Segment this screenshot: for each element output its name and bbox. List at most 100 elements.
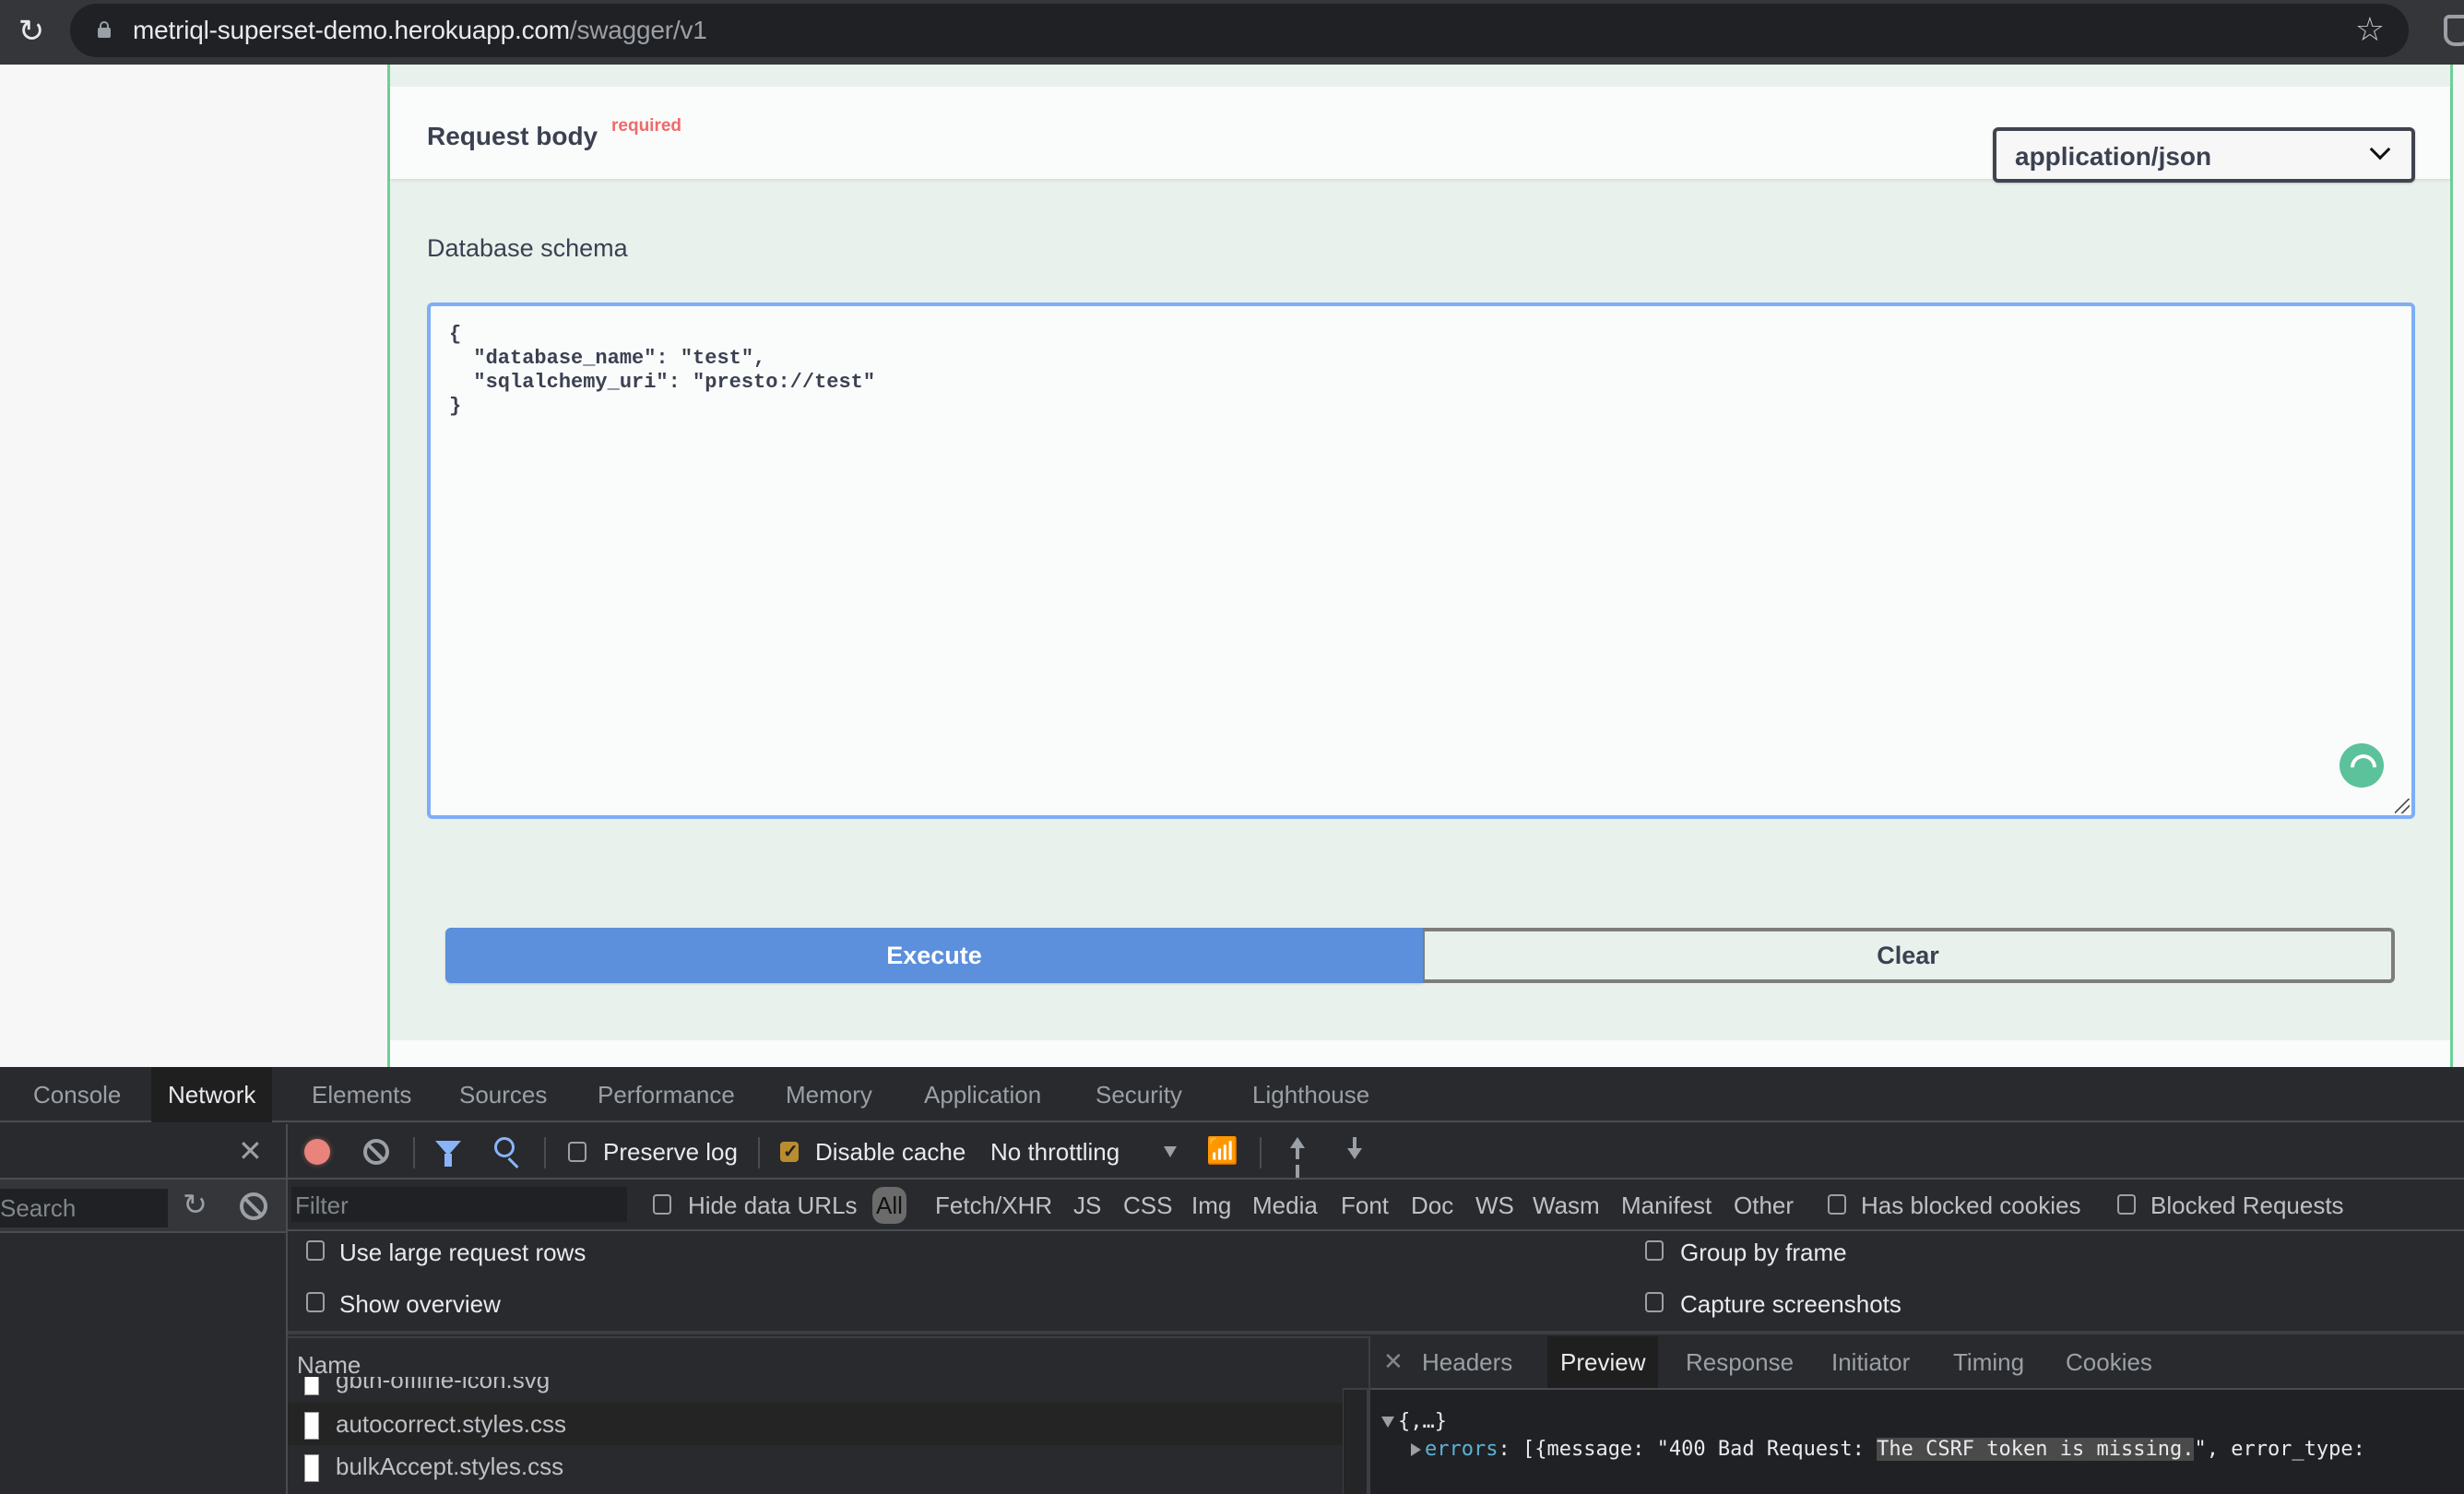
request-body-header: Request body required application/json [390, 87, 2450, 183]
filter-icon[interactable] [435, 1141, 461, 1167]
filter-type-wasm[interactable]: Wasm [1533, 1180, 1600, 1231]
filter-type-doc[interactable]: Doc [1411, 1180, 1453, 1231]
preserve-log-label[interactable]: Preserve log [603, 1124, 738, 1180]
blocked-requests-label[interactable]: Blocked Requests [2150, 1180, 2344, 1231]
bookmark-star-icon[interactable]: ☆ [2355, 11, 2385, 48]
request-body-title: Request body [427, 122, 598, 150]
tab-sources[interactable]: Sources [443, 1067, 563, 1122]
clear-button[interactable]: Clear [1423, 928, 2395, 983]
hide-data-urls-label[interactable]: Hide data URLs [688, 1180, 858, 1231]
preserve-log-checkbox[interactable] [568, 1142, 586, 1162]
reload-icon[interactable]: ↻ [13, 13, 50, 50]
group-by-frame-checkbox[interactable] [1645, 1240, 1664, 1261]
collapse-triangle-icon[interactable] [1411, 1443, 1421, 1456]
request-name: autocorrect.styles.css [336, 1410, 566, 1438]
tab-network[interactable]: Network [151, 1067, 273, 1122]
content-type-select[interactable]: application/json [1993, 127, 2415, 183]
tab-headers[interactable]: Headers [1409, 1336, 1525, 1388]
record-icon[interactable] [304, 1139, 330, 1165]
request-body-editor[interactable]: { "database_name": "test", "sqlalchemy_u… [427, 302, 2415, 819]
capture-screenshots-label[interactable]: Capture screenshots [1680, 1290, 1901, 1319]
request-body-text[interactable]: { "database_name": "test", "sqlalchemy_u… [449, 323, 875, 419]
import-har-icon[interactable] [1287, 1137, 1308, 1168]
filter-type-js[interactable]: JS [1073, 1180, 1101, 1231]
resize-handle[interactable] [2395, 799, 2410, 813]
tab-security[interactable]: Security [1079, 1067, 1199, 1122]
clear-search-icon[interactable] [240, 1192, 267, 1220]
use-large-rows-checkbox[interactable] [306, 1240, 325, 1261]
tab-cookies[interactable]: Cookies [2053, 1336, 2165, 1388]
filter-type-font[interactable]: Font [1341, 1180, 1389, 1231]
preview-root[interactable]: {,…} [1381, 1410, 1447, 1433]
refresh-icon[interactable]: ↻ [183, 1187, 207, 1222]
capture-screenshots-checkbox[interactable] [1645, 1292, 1664, 1312]
disable-cache-label[interactable]: Disable cache [815, 1124, 965, 1180]
export-har-icon[interactable] [1345, 1137, 1365, 1168]
tab-preview[interactable]: Preview [1547, 1336, 1659, 1388]
filter-type-img[interactable]: Img [1191, 1180, 1231, 1231]
execute-button-group: Execute Clear [445, 928, 2395, 983]
filter-type-ws[interactable]: WS [1475, 1180, 1514, 1231]
schema-label: Database schema [427, 234, 628, 262]
request-detail-pane: ✕ Headers Preview Response Initiator Tim… [1370, 1336, 2464, 1494]
network-settings: Use large request rows Show overview Gro… [288, 1231, 2464, 1334]
extension-shield-icon[interactable] [2444, 15, 2464, 46]
request-list-scrollbar[interactable] [1343, 1390, 1367, 1494]
url-text[interactable]: metriql-superset-demo.herokuapp.com/swag… [133, 16, 707, 45]
toolbar-divider [544, 1137, 546, 1168]
show-overview-checkbox[interactable] [306, 1292, 325, 1312]
tab-response[interactable]: Response [1673, 1336, 1807, 1388]
throttling-select[interactable]: No throttling [990, 1124, 1119, 1180]
browser-toolbar: ↻ metriql-superset-demo.herokuapp.com/sw… [0, 0, 2464, 65]
request-row[interactable]: gbth-offline-icon.svg [288, 1377, 1343, 1403]
filter-type-other[interactable]: Other [1734, 1180, 1794, 1231]
disable-cache-checkbox[interactable] [780, 1140, 799, 1163]
preview-value-highlight: The CSRF token is missing. [1877, 1438, 2195, 1461]
filter-type-css[interactable]: CSS [1123, 1180, 1172, 1231]
hide-data-urls-checkbox[interactable] [653, 1194, 671, 1215]
tab-application[interactable]: Application [907, 1067, 1058, 1122]
request-name: bulkAccept.styles.css [336, 1452, 564, 1480]
group-by-frame-label[interactable]: Group by frame [1680, 1239, 1847, 1267]
devtools-tabs: Console Network Elements Sources Perform… [0, 1067, 2464, 1122]
preview-value-suffix: ", error_type: [2194, 1438, 2365, 1461]
search-input[interactable]: Search [0, 1189, 168, 1227]
tab-timing[interactable]: Timing [1940, 1336, 2037, 1388]
network-conditions-icon[interactable]: 📶 [1206, 1135, 1238, 1166]
tab-lighthouse[interactable]: Lighthouse [1236, 1067, 1386, 1122]
request-list: Name gbth-offline-icon.svg autocorrect.s… [288, 1336, 1370, 1494]
request-row[interactable]: autocorrect.styles.css [288, 1403, 1343, 1445]
grammar-extension-icon[interactable] [2340, 743, 2384, 788]
filter-type-manifest[interactable]: Manifest [1621, 1180, 1712, 1231]
lock-icon[interactable] [98, 21, 111, 38]
url-path: /swagger/v1 [569, 16, 707, 44]
filter-type-fetch-xhr[interactable]: Fetch/XHR [935, 1180, 1052, 1231]
filter-type-all[interactable]: All [872, 1187, 906, 1224]
request-name: gbth-offline-icon.svg [336, 1377, 551, 1393]
search-icon[interactable] [494, 1137, 515, 1157]
expand-triangle-icon[interactable] [1381, 1417, 1394, 1428]
clear-log-icon[interactable] [363, 1139, 389, 1165]
execute-button[interactable]: Execute [445, 928, 1423, 983]
operation-block: Request body required application/json D… [387, 65, 2453, 1067]
close-detail-icon[interactable]: ✕ [1383, 1347, 1404, 1376]
use-large-rows-label[interactable]: Use large request rows [339, 1239, 586, 1267]
tab-initiator[interactable]: Initiator [1818, 1336, 1923, 1388]
has-blocked-cookies-label[interactable]: Has blocked cookies [1861, 1180, 2080, 1231]
tab-performance[interactable]: Performance [581, 1067, 752, 1122]
blocked-requests-checkbox[interactable] [2117, 1194, 2136, 1215]
throttling-dropdown-icon[interactable] [1164, 1146, 1177, 1157]
tab-memory[interactable]: Memory [769, 1067, 889, 1122]
toolbar-divider [413, 1137, 415, 1168]
preview-errors[interactable]: errors: [{message: "400 Bad Request: The… [1411, 1438, 2365, 1461]
network-toolbar: Preserve log Disable cache No throttling… [0, 1124, 2464, 1180]
tab-elements[interactable]: Elements [295, 1067, 428, 1122]
show-overview-label[interactable]: Show overview [339, 1290, 501, 1319]
filter-type-media[interactable]: Media [1252, 1180, 1318, 1231]
address-bar[interactable]: metriql-superset-demo.herokuapp.com/swag… [70, 4, 2409, 57]
filter-input[interactable]: Filter [291, 1187, 627, 1222]
toolbar-divider [1260, 1137, 1262, 1168]
has-blocked-cookies-checkbox[interactable] [1828, 1194, 1846, 1215]
tab-console[interactable]: Console [17, 1067, 137, 1122]
request-row[interactable]: bulkAccept.styles.css [288, 1445, 1343, 1488]
